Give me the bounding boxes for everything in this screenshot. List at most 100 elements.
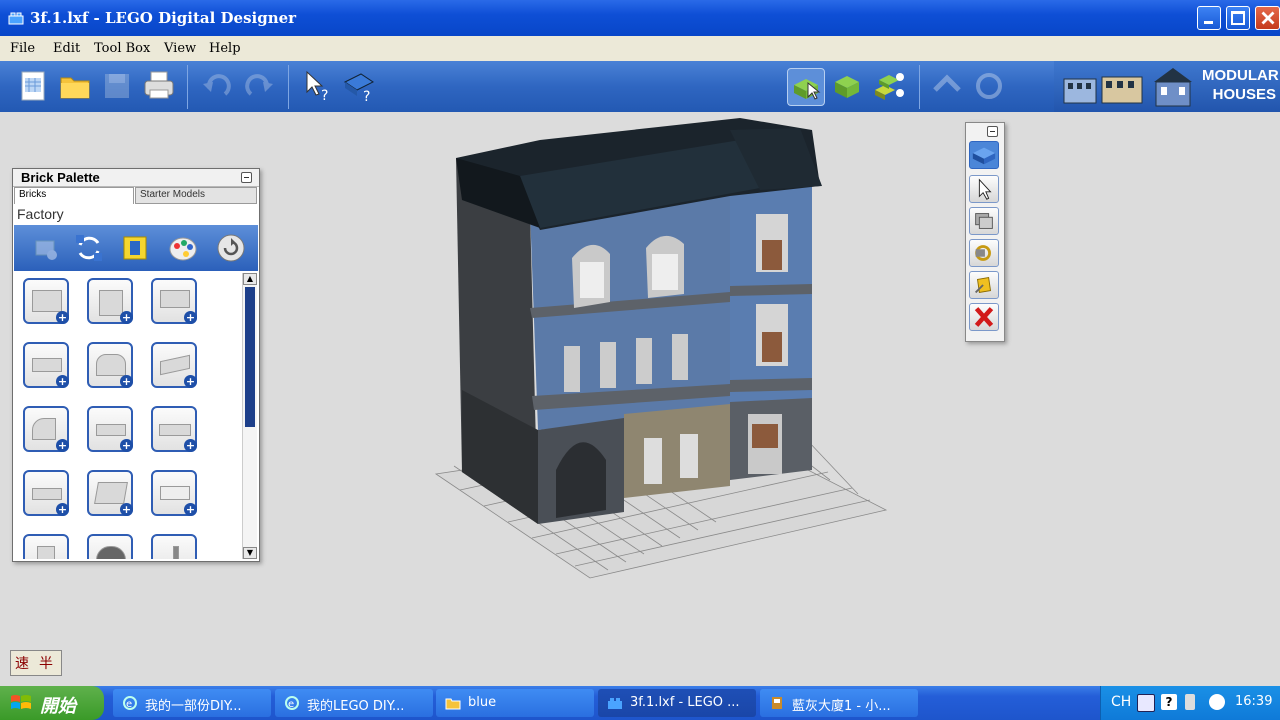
reset-icon[interactable]	[214, 231, 248, 265]
help-pointer-icon[interactable]: ?	[299, 68, 335, 104]
tool-palette	[965, 122, 1005, 342]
tab-starter-models[interactable]: Starter Models	[135, 187, 257, 204]
select-arrow-icon[interactable]	[969, 175, 999, 203]
ime-toolbar[interactable]: 速 半	[10, 650, 62, 676]
title-bar: 3f.1.lxf - LEGO Digital Designer	[0, 0, 1280, 36]
toolpal-minimize-icon[interactable]	[987, 126, 998, 137]
brick-item[interactable]	[151, 534, 197, 559]
toolbar-separator	[288, 65, 289, 109]
start-button[interactable]: 開始	[0, 686, 104, 720]
taskbar-item-active[interactable]: 3f.1.lxf - LEGO ...	[598, 689, 756, 717]
brick-item[interactable]: +	[23, 342, 69, 388]
taskbar-item[interactable]: e 我的一部份DIY...	[113, 689, 271, 717]
help-book-icon[interactable]: ?	[341, 68, 377, 104]
add-icon: +	[56, 503, 69, 516]
house-model	[456, 118, 822, 524]
add-icon: +	[120, 311, 133, 324]
palette-minimize-icon[interactable]	[241, 172, 252, 183]
palette-toolbar	[14, 225, 258, 271]
brick-palette-header[interactable]: Brick Palette	[13, 169, 259, 187]
scroll-up-icon[interactable]: ▲	[243, 273, 257, 285]
brick-bar-icon	[173, 546, 179, 559]
tab-bricks[interactable]: Bricks	[14, 187, 134, 204]
menu-file[interactable]: File	[10, 41, 35, 56]
show-hidden-icons-icon[interactable]	[1209, 694, 1225, 710]
brick-wedge-icon	[160, 354, 190, 376]
color-palette-icon[interactable]	[166, 231, 200, 265]
brick-item[interactable]: +	[87, 342, 133, 388]
menu-toolbox[interactable]: Tool Box	[94, 41, 150, 56]
maximize-button[interactable]	[1226, 6, 1250, 30]
menu-edit[interactable]: Edit	[53, 41, 80, 56]
minimize-button[interactable]	[1197, 6, 1221, 30]
view-mode-icon[interactable]	[829, 68, 865, 104]
svg-text:?: ?	[321, 88, 328, 104]
clone-icon[interactable]	[969, 207, 999, 235]
network-tray-icon[interactable]	[1185, 694, 1195, 710]
brick-item[interactable]: +	[87, 470, 133, 516]
theme-label: MODULAR HOUSES	[1202, 66, 1279, 104]
taskbar-item-label: 3f.1.lxf - LEGO ...	[630, 695, 740, 710]
brick-plate-icon	[32, 358, 62, 372]
open-folder-icon[interactable]	[57, 68, 93, 104]
brick-item[interactable]: +	[23, 470, 69, 516]
hinge-icon[interactable]	[969, 239, 999, 267]
theme-banner: MODULAR HOUSES	[1054, 61, 1280, 112]
brick-item[interactable]: +	[151, 406, 197, 452]
brick-item[interactable]: +	[23, 406, 69, 452]
add-icon: +	[184, 503, 197, 516]
brick-curved-icon	[32, 418, 56, 440]
building-icon	[1063, 78, 1097, 104]
scroll-down-icon[interactable]: ▼	[243, 547, 257, 559]
hinge-tool-icon[interactable]	[929, 68, 965, 104]
print-icon[interactable]	[141, 68, 177, 104]
build-mode-icon[interactable]	[787, 68, 825, 106]
scroll-thumb[interactable]	[245, 287, 255, 427]
taskbar-item[interactable]: e 我的LEGO DIY...	[275, 689, 433, 717]
toolbar-separator	[919, 65, 920, 109]
menu-help[interactable]: Help	[209, 41, 241, 56]
maximize-icon	[1231, 11, 1245, 25]
redo-icon[interactable]	[241, 68, 277, 104]
ime-width-char[interactable]: 半	[39, 653, 53, 673]
brick-gear-icon	[96, 546, 126, 559]
brick-item[interactable]	[23, 534, 69, 559]
undo-icon[interactable]	[199, 68, 235, 104]
brick-item[interactable]: +	[151, 342, 197, 388]
decorate-icon[interactable]	[118, 231, 152, 265]
add-brick-icon[interactable]	[28, 231, 62, 265]
brick-item[interactable]: +	[87, 278, 133, 324]
lego-brick-icon	[8, 12, 24, 25]
swap-icon[interactable]	[72, 231, 106, 265]
taskbar-item[interactable]: 藍灰大廈1 - 小...	[760, 689, 918, 717]
brick-item[interactable]: +	[151, 278, 197, 324]
taskbar-item[interactable]: blue	[436, 689, 594, 717]
brick-item[interactable]: +	[151, 470, 197, 516]
brick-slope-icon	[96, 354, 126, 376]
ime-mode-char[interactable]: 速	[15, 653, 29, 673]
help-tray-icon[interactable]: ?	[1161, 694, 1177, 710]
building-icon	[1101, 76, 1143, 104]
brick-item[interactable]	[87, 534, 133, 559]
brick-item[interactable]: +	[23, 278, 69, 324]
language-indicator[interactable]: CH	[1111, 694, 1131, 710]
brick-2x2-icon	[160, 290, 190, 308]
palette-scrollbar[interactable]: ▲ ▼	[242, 273, 257, 559]
palette-category[interactable]: Factory	[17, 206, 64, 222]
paint-bucket-icon[interactable]	[969, 271, 999, 299]
new-file-icon[interactable]	[15, 68, 51, 104]
brick-icon[interactable]	[969, 141, 999, 169]
building-guide-mode-icon[interactable]	[871, 68, 907, 104]
close-button[interactable]	[1255, 6, 1280, 30]
brick-panel-icon	[94, 482, 128, 504]
add-icon: +	[184, 375, 197, 388]
delete-icon[interactable]	[969, 303, 999, 331]
save-icon[interactable]	[99, 68, 135, 104]
rotate-tool-icon[interactable]	[971, 68, 1007, 104]
clock[interactable]: 16:39	[1235, 694, 1272, 709]
brick-item[interactable]: +	[87, 406, 133, 452]
taskbar-item-label: 我的一部份DIY...	[145, 699, 242, 714]
menu-view[interactable]: View	[164, 41, 196, 56]
ime-tray-icon[interactable]	[1137, 694, 1155, 712]
close-icon	[1261, 11, 1275, 25]
